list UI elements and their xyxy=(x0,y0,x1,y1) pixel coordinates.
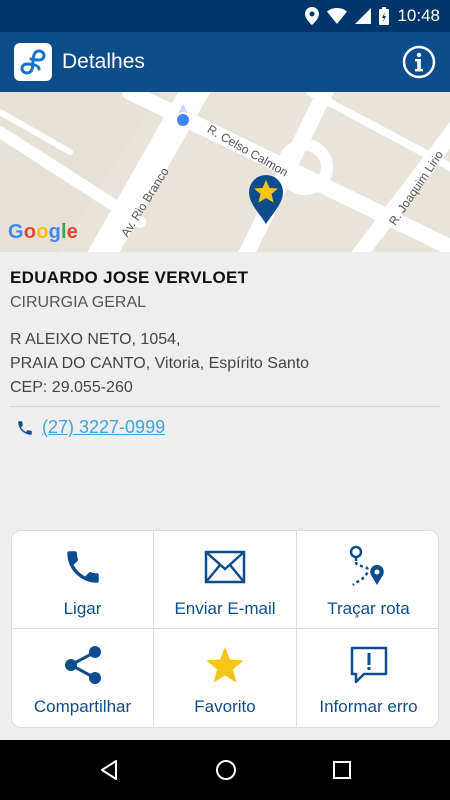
report-error-label: Informar erro xyxy=(319,697,418,716)
action-grid: Ligar Enviar E-mail Traçar rota Comparti… xyxy=(11,530,439,728)
app-bar: Detalhes xyxy=(0,32,450,92)
status-bar: 10:48 xyxy=(0,0,450,32)
send-email-label: Enviar E-mail xyxy=(174,599,276,618)
phone-row[interactable]: (27) 3227-0999 xyxy=(10,417,440,438)
route-button[interactable]: Traçar rota xyxy=(297,531,438,629)
star-icon xyxy=(204,643,246,687)
google-logo: Google xyxy=(8,221,79,243)
favorite-button[interactable]: Favorito xyxy=(154,629,297,727)
share-icon xyxy=(62,643,104,687)
report-error-button[interactable]: Informar erro xyxy=(297,629,438,727)
mail-icon xyxy=(204,545,246,589)
location-icon xyxy=(305,7,320,25)
address-cep: CEP: 29.055-260 xyxy=(10,379,133,396)
doctor-address: R ALEIXO NETO, 1054, PRAIA DO CANTO, Vit… xyxy=(10,328,440,400)
map-view[interactable]: R. Celso Calmon Av. Rio Branco R. Joaqui… xyxy=(0,92,450,252)
status-time: 10:48 xyxy=(397,6,440,25)
divider xyxy=(10,406,440,407)
favorite-label: Favorito xyxy=(194,697,256,716)
address-line2: PRAIA DO CANTO, Vitoria, Espírito Santo xyxy=(10,355,310,372)
app-logo-icon xyxy=(14,43,52,81)
page-title: Detalhes xyxy=(62,50,145,73)
phone-link[interactable]: (27) 3227-0999 xyxy=(42,417,165,438)
route-label: Traçar rota xyxy=(327,599,410,618)
doctor-specialty: CIRURGIA GERAL xyxy=(10,294,147,311)
doctor-details: EDUARDO JOSE VERVLOET CIRURGIA GERAL R A… xyxy=(0,252,450,438)
share-label: Compartilhar xyxy=(33,697,132,716)
home-icon[interactable] xyxy=(214,758,238,782)
battery-icon xyxy=(379,7,390,25)
info-icon[interactable] xyxy=(402,45,436,79)
call-button[interactable]: Ligar xyxy=(12,531,154,629)
recents-icon[interactable] xyxy=(331,759,353,781)
phone-icon xyxy=(62,545,104,589)
back-icon[interactable] xyxy=(97,758,121,782)
navigation-bar xyxy=(0,740,450,800)
wifi-icon xyxy=(327,8,348,24)
doctor-name: EDUARDO JOSE VERVLOET xyxy=(10,268,249,287)
call-label: Ligar xyxy=(63,599,102,618)
signal-icon xyxy=(355,8,372,24)
share-button[interactable]: Compartilhar xyxy=(12,629,154,727)
report-icon xyxy=(348,643,390,687)
send-email-button[interactable]: Enviar E-mail xyxy=(154,531,297,629)
route-icon xyxy=(347,545,391,589)
address-line1: R ALEIXO NETO, 1054, xyxy=(10,331,181,348)
phone-icon xyxy=(18,420,32,435)
